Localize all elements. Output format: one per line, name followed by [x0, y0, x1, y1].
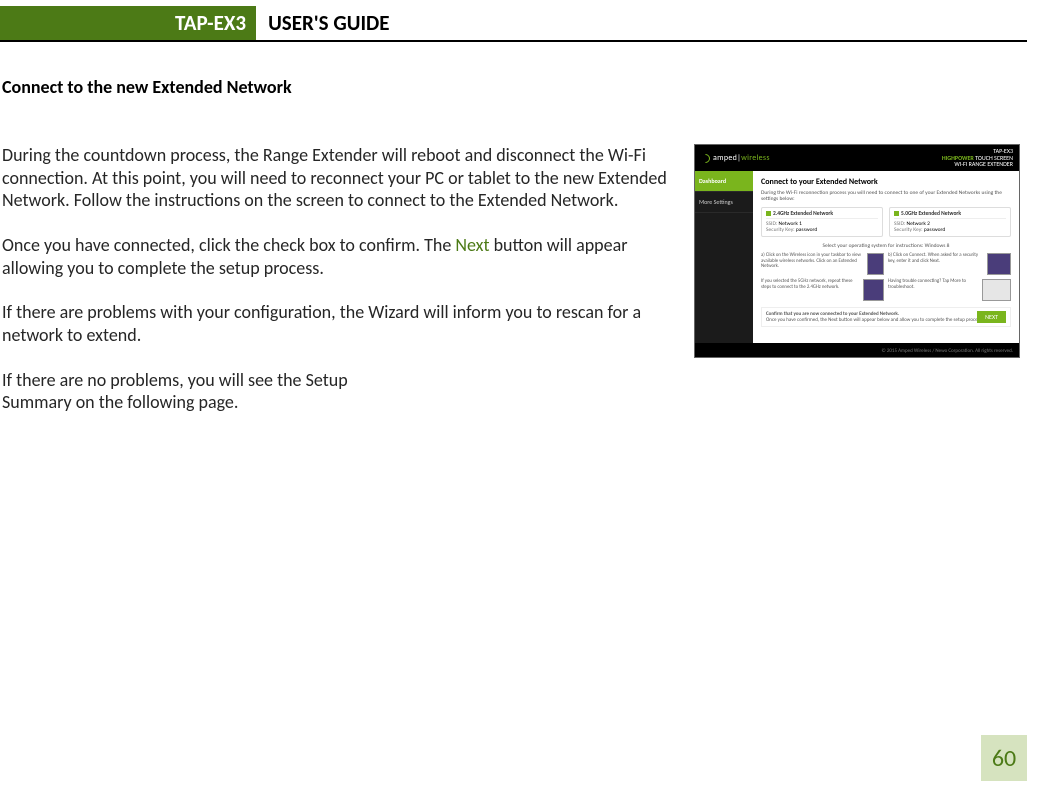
fig-confirm-box: Confirm that you are now connected to yo… [761, 307, 1011, 327]
model-line3: WI-FI RANGE EXTENDER [942, 161, 1013, 168]
tile-thumbnail-icon [867, 253, 884, 275]
fig-main-title: Connect to your Extended Network [761, 177, 1011, 187]
fig-model-block: TAP-EX3 HIGHPOWER TOUCH SCREEN WI-FI RAN… [942, 148, 1013, 168]
brand-word-b: wireless [741, 153, 770, 163]
fig-tile-1: a) Click on the Wireless icon in your ta… [761, 253, 884, 275]
fig-brand: amped|wireless [701, 153, 770, 163]
fig-net-24-title: 2.4GHz Extended Network [773, 211, 833, 217]
figure-column: amped|wireless TAP-EX3 HIGHPOWER TOUCH S… [694, 144, 1020, 436]
fig-footer: © 2015 Amped Wireless / Newo Corporation… [695, 343, 1019, 358]
fig-net-5-header: 5.0GHz Extended Network [894, 211, 1006, 219]
setup-screenshot: amped|wireless TAP-EX3 HIGHPOWER TOUCH S… [694, 144, 1020, 358]
sidebar-item-more-settings[interactable]: More Settings [695, 192, 753, 213]
fig-confirm-sub: Once you have confirmed, the Next button… [766, 317, 1006, 323]
fig-sidebar: Dashboard More Settings [695, 171, 753, 343]
paragraph-2a: Once you have connected, click the check… [2, 234, 455, 256]
page-header: TAP-EX3 USER'S GUIDE [0, 6, 1027, 42]
paragraph-4a: If there are no problems, you will see t… [2, 369, 348, 391]
paragraph-4: If there are no problems, you will see t… [2, 369, 674, 414]
section-heading: Connect to the new Extended Network [0, 76, 1042, 98]
key-label-2: Security Key: [894, 227, 923, 233]
key-2: password [924, 227, 945, 233]
square-bullet-icon [894, 211, 899, 216]
fig-tile-3-text: If you selected the 5GHz network, repeat… [761, 279, 860, 301]
product-badge: TAP-EX3 [0, 6, 256, 40]
fig-networks-row: 2.4GHz Extended Network SSID: Network 1 … [761, 207, 1011, 237]
fig-instruction-tiles: a) Click on the Wireless icon in your ta… [761, 253, 1011, 275]
brand-swirl-icon [699, 152, 712, 165]
fig-os-select-row: Select your operating system for instruc… [761, 243, 1011, 249]
fig-tile-2-text: b) Click on Connect. When asked for a se… [888, 253, 984, 275]
fig-network-24: 2.4GHz Extended Network SSID: Network 1 … [761, 207, 883, 237]
square-bullet-icon [766, 211, 771, 216]
tile-thumbnail-icon [863, 279, 884, 301]
body-text-column: During the countdown process, the Range … [2, 144, 674, 436]
paragraph-4b: Summary on the following page. [2, 391, 238, 413]
guide-title: USER'S GUIDE [256, 6, 389, 40]
fig-net-24-header: 2.4GHz Extended Network [766, 211, 878, 219]
key-1: password [796, 227, 817, 233]
sidebar-item-dashboard[interactable]: Dashboard [695, 171, 753, 192]
fig-net-5-title: 5.0GHz Extended Network [901, 211, 961, 217]
paragraph-2: Once you have connected, click the check… [2, 234, 674, 279]
fig-tile-4: Having trouble connecting? Tap More to t… [888, 279, 1011, 301]
fig-tile-2: b) Click on Connect. When asked for a se… [888, 253, 1011, 275]
paragraph-1: During the countdown process, the Range … [2, 144, 674, 212]
fig-instruction-tiles-2: If you selected the 5GHz network, repeat… [761, 279, 1011, 301]
brand-word-a: amped [713, 153, 737, 163]
next-keyword: Next [455, 234, 489, 256]
paragraph-3: If there are problems with your configur… [2, 301, 674, 346]
fig-body: Dashboard More Settings Connect to your … [695, 171, 1019, 343]
fig-topbar: amped|wireless TAP-EX3 HIGHPOWER TOUCH S… [695, 145, 1019, 171]
next-button[interactable]: NEXT [977, 311, 1006, 323]
tile-thumbnail-icon [982, 279, 1011, 301]
content-row: During the countdown process, the Range … [0, 144, 1042, 436]
fig-tile-1-text: a) Click on the Wireless icon in your ta… [761, 253, 864, 275]
fig-main-panel: Connect to your Extended Network During … [753, 171, 1019, 343]
fig-tile-4-text: Having trouble connecting? Tap More to t… [888, 279, 979, 301]
key-label: Security Key: [766, 227, 795, 233]
brand-text: amped|wireless [713, 153, 770, 163]
fig-tile-3: If you selected the 5GHz network, repeat… [761, 279, 884, 301]
page-number: 60 [981, 735, 1027, 781]
fig-network-5: 5.0GHz Extended Network SSID: Network 2 … [889, 207, 1011, 237]
tile-thumbnail-icon [987, 253, 1011, 275]
fig-subtitle: During the Wi-Fi reconnection process yo… [761, 190, 1011, 202]
